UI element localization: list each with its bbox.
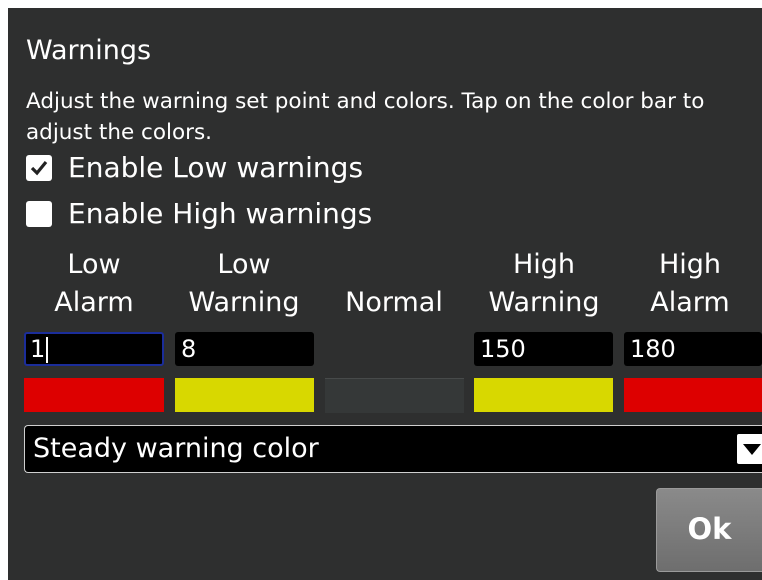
high-warning-color-bar[interactable] — [474, 378, 613, 412]
low-warning-input[interactable]: 8 — [175, 332, 314, 366]
column-header-high-warning: High Warning — [488, 249, 600, 318]
enable-high-warnings-option[interactable]: Enable High warnings — [26, 196, 372, 232]
high-warning-input[interactable]: 150 — [474, 332, 613, 366]
check-icon — [30, 160, 48, 176]
warning-color-mode-select[interactable]: Steady warning color — [24, 425, 762, 473]
dialog-description: Adjust the warning set point and colors.… — [26, 89, 705, 145]
normal-color-bar[interactable] — [325, 378, 464, 413]
low-alarm-color-bar[interactable] — [24, 378, 164, 412]
enable-low-checkbox[interactable] — [26, 155, 52, 181]
chevron-down-icon — [743, 444, 761, 455]
select-value: Steady warning color — [33, 433, 319, 464]
column-header-low-alarm: Low Alarm — [54, 249, 134, 318]
dialog-title: Warnings — [26, 35, 152, 66]
warnings-dialog: Warnings Adjust the warning set point an… — [8, 8, 762, 580]
high-alarm-color-bar[interactable] — [624, 378, 762, 412]
enable-high-checkbox[interactable] — [26, 201, 52, 227]
dropdown-toggle-button[interactable] — [737, 434, 762, 464]
low-warning-color-bar[interactable] — [175, 378, 314, 412]
column-header-high-alarm: High Alarm — [650, 249, 730, 318]
ok-button[interactable]: Ok — [656, 488, 762, 572]
column-header-normal: Normal — [345, 287, 443, 318]
low-alarm-input[interactable]: 1 — [24, 332, 164, 366]
enable-low-label: Enable Low warnings — [68, 151, 364, 184]
column-header-low-warning: Low Warning — [188, 249, 300, 318]
enable-low-warnings-option[interactable]: Enable Low warnings — [26, 150, 363, 186]
high-alarm-input[interactable]: 180 — [624, 332, 762, 366]
enable-high-label: Enable High warnings — [68, 197, 373, 230]
